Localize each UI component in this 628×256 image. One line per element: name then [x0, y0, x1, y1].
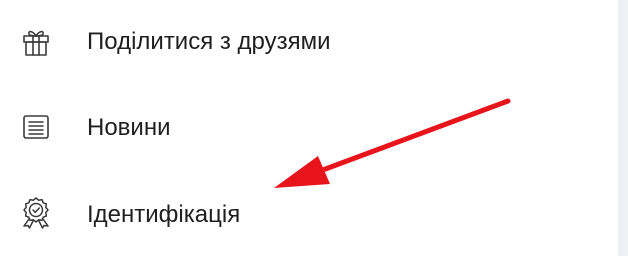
menu-item-label: Ідентифікація	[87, 201, 241, 228]
menu-list: Поділитися з друзями Новини Ідентифікаці…	[0, 0, 618, 256]
menu-item-label: Новини	[87, 114, 171, 141]
badge-check-icon	[18, 194, 54, 230]
menu-item-news[interactable]: Новини	[0, 84, 618, 168]
gift-icon	[18, 24, 54, 60]
scroll-edge	[618, 0, 628, 256]
menu-item-identification[interactable]: Ідентифікація	[0, 170, 618, 254]
menu-item-label: Поділитися з друзями	[87, 28, 331, 55]
news-icon	[18, 109, 54, 145]
menu-screen: Поділитися з друзями Новини Ідентифікаці…	[0, 0, 628, 256]
menu-item-share-with-friends[interactable]: Поділитися з друзями	[0, 0, 618, 84]
